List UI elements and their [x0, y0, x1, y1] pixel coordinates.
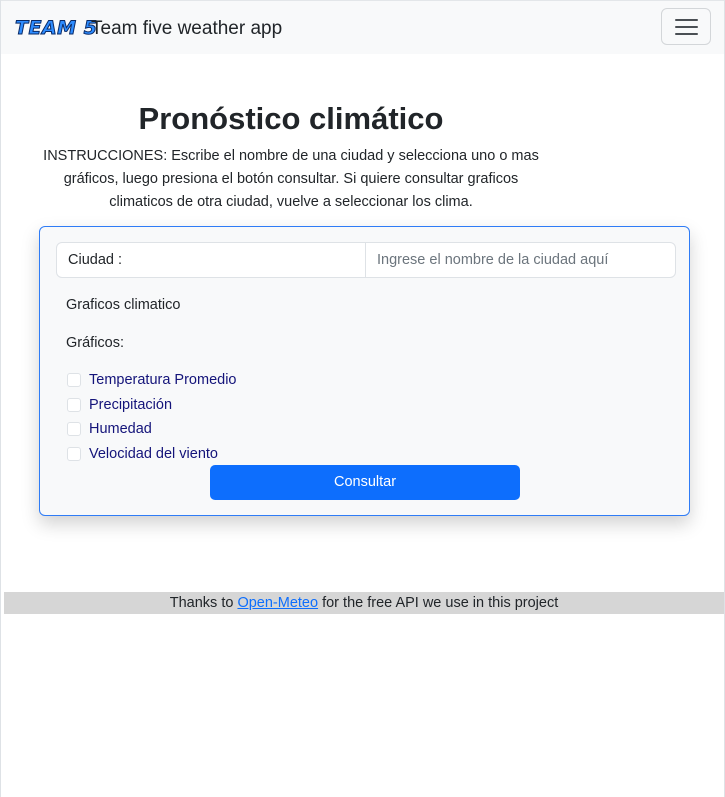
team-logo[interactable]: TEAM 5	[14, 17, 97, 40]
checkbox-label[interactable]: Temperatura Promedio	[89, 372, 237, 388]
option-precipitacion[interactable]: Precipitación	[67, 395, 172, 415]
option-velocidad-del-viento[interactable]: Velocidad del viento	[67, 444, 218, 464]
hamburger-menu-icon-line	[675, 26, 698, 28]
footer-suffix: for the free API we use in this project	[318, 595, 559, 611]
checkbox[interactable]	[67, 398, 81, 412]
city-input-group: Ciudad :	[56, 242, 676, 278]
option-humedad[interactable]: Humedad	[67, 419, 152, 439]
checkbox-label[interactable]: Velocidad del viento	[89, 446, 218, 462]
weather-form-card: Ciudad : Graficos climatico Gráficos: Te…	[39, 226, 690, 516]
section-label: Graficos climatico	[66, 297, 181, 313]
checkbox-label[interactable]: Precipitación	[89, 397, 172, 413]
open-meteo-link[interactable]: Open-Meteo	[237, 595, 318, 611]
navbar-toggle-button[interactable]	[661, 8, 711, 45]
checkbox[interactable]	[67, 373, 81, 387]
checkbox[interactable]	[67, 447, 81, 461]
hamburger-menu-icon	[675, 19, 698, 21]
checkbox-label[interactable]: Humedad	[89, 421, 152, 437]
footer: Thanks to Open-Meteo for the free API we…	[4, 592, 724, 614]
navbar: TEAM 5 Team five weather app	[1, 0, 724, 54]
checkbox[interactable]	[67, 422, 81, 436]
hamburger-menu-icon-line	[675, 33, 698, 35]
app-brand-name[interactable]: Team five weather app	[91, 17, 282, 41]
city-input[interactable]	[366, 243, 675, 277]
charts-label: Gráficos:	[66, 335, 125, 351]
consultar-button[interactable]: Consultar	[210, 465, 520, 500]
page-title: Pronóstico climático	[138, 101, 444, 136]
instructions-text: INSTRUCCIONES: Escribe el nombre de una …	[43, 148, 539, 210]
option-temperatura-promedio[interactable]: Temperatura Promedio	[67, 370, 237, 390]
city-label: Ciudad :	[57, 243, 366, 277]
footer-prefix: Thanks to	[169, 595, 238, 611]
